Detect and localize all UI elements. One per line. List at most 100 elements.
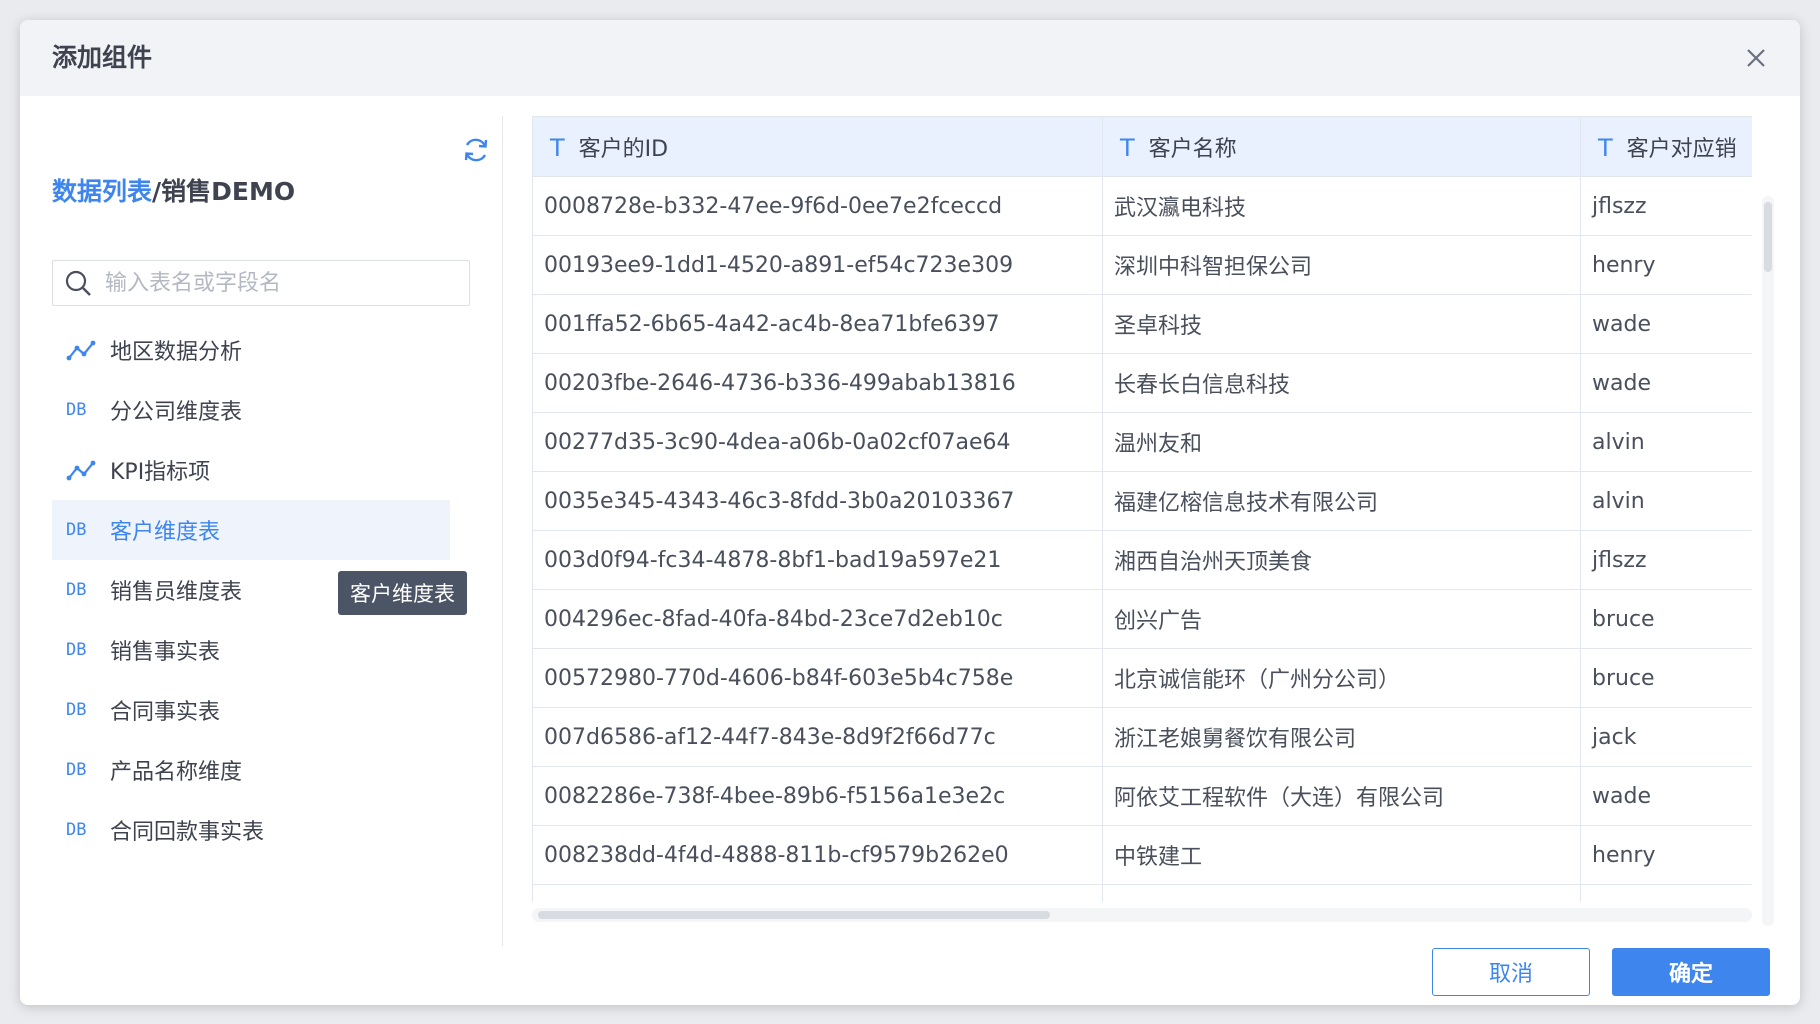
table-cell: alvin bbox=[1580, 412, 1752, 472]
table-cell bbox=[1580, 884, 1752, 902]
table-cell: 浙江老娘舅餐饮有限公司 bbox=[1102, 707, 1581, 767]
search-icon bbox=[65, 270, 91, 296]
table-item-label: KPI指标项 bbox=[110, 460, 211, 485]
table-item-branch-dim[interactable]: DB 分公司维度表 bbox=[52, 380, 462, 440]
table-item-label: 分公司维度表 bbox=[110, 400, 243, 425]
table-item-label: 地区数据分析 bbox=[110, 340, 243, 365]
db-icon: DB bbox=[66, 640, 87, 660]
table-item-label: 销售员维度表 bbox=[110, 580, 243, 605]
table-item-label: 产品名称维度 bbox=[110, 760, 243, 785]
table-row[interactable]: 001ffa52-6b65-4a42-ac4b-8ea71bfe6397 圣卓科技… bbox=[532, 294, 1752, 354]
refresh-icon[interactable] bbox=[460, 134, 492, 166]
table-cell: wade bbox=[1580, 294, 1752, 354]
column-header[interactable]: T 客户名称 bbox=[1102, 116, 1581, 177]
db-icon: DB bbox=[66, 760, 87, 780]
table-cell: wade bbox=[1580, 353, 1752, 413]
db-icon: DB bbox=[66, 820, 87, 840]
table-row[interactable]: 00572980-770d-4606-b84f-603e5b4c758e 北京诚信… bbox=[532, 648, 1752, 708]
table-list-panel: 数据列表/销售DEMO 地区数据分析 DB 分公司维度表 bbox=[52, 116, 488, 956]
table-item-payment-fact[interactable]: DB 合同回款事实表 bbox=[52, 800, 462, 860]
table-cell: 湘西自治州天顶美食 bbox=[1102, 530, 1581, 590]
table-item-label: 合同事实表 bbox=[110, 700, 221, 725]
table-item-label: 客户维度表 bbox=[110, 520, 221, 545]
add-component-dialog: 添加组件 数据列表/销售DEMO 输入表名或字段名 地区数据分析 DB 分公司维… bbox=[20, 20, 1800, 1005]
dialog-title: 添加组件 bbox=[52, 43, 153, 72]
vertical-scrollbar-thumb[interactable] bbox=[1764, 202, 1772, 272]
table-cell: 0035e345-4343-46c3-8fdd-3b0a20103367 bbox=[532, 471, 1103, 531]
column-header[interactable]: T 客户对应销 bbox=[1580, 116, 1752, 177]
table-row[interactable]: 008238dd-4f4d-4888-811b-cf9579b262e0 中铁建工… bbox=[532, 825, 1752, 885]
breadcrumb-separator: / bbox=[152, 177, 162, 206]
panel-divider bbox=[502, 116, 503, 946]
table-cell: 长春长白信息科技 bbox=[1102, 353, 1581, 413]
db-icon: DB bbox=[66, 700, 87, 720]
table-cell: 福建亿榕信息技术有限公司 bbox=[1102, 471, 1581, 531]
table-item-sales-fact[interactable]: DB 销售事实表 bbox=[52, 620, 462, 680]
table-cell bbox=[1102, 884, 1581, 902]
horizontal-scrollbar-thumb[interactable] bbox=[538, 911, 1050, 919]
close-icon[interactable] bbox=[1740, 42, 1772, 74]
table-cell: 001ffa52-6b65-4a42-ac4b-8ea71bfe6397 bbox=[532, 294, 1103, 354]
table-cell: jack bbox=[1580, 707, 1752, 767]
table-item-label: 销售事实表 bbox=[110, 640, 221, 665]
table-cell: 0082286e-738f-4bee-89b6-f5156a1e3e2c bbox=[532, 766, 1103, 826]
cancel-button[interactable]: 取消 bbox=[1432, 948, 1590, 996]
table-item-contract-fact[interactable]: DB 合同事实表 bbox=[52, 680, 462, 740]
db-icon: DB bbox=[66, 520, 87, 540]
table-item-salesperson-dim[interactable]: DB 销售员维度表 客户维度表 bbox=[52, 560, 467, 620]
search-field[interactable] bbox=[52, 260, 470, 306]
table-cell: alvin bbox=[1580, 471, 1752, 531]
table-item-kpi[interactable]: KPI指标项 bbox=[52, 440, 462, 500]
table-row[interactable]: 0082286e-738f-4bee-89b6-f5156a1e3e2c 阿依艾工… bbox=[532, 766, 1752, 826]
table-item-label: 合同回款事实表 bbox=[110, 820, 265, 845]
table-cell: 00572980-770d-4606-b84f-603e5b4c758e bbox=[532, 648, 1103, 708]
dialog-header: 添加组件 bbox=[20, 20, 1800, 96]
search-input[interactable] bbox=[103, 269, 469, 297]
confirm-button[interactable]: 确定 bbox=[1612, 948, 1770, 996]
db-icon: DB bbox=[66, 580, 87, 600]
breadcrumb-data-list-link[interactable]: 数据列表 bbox=[52, 177, 152, 206]
table-cell: 00203fbe-2646-4736-b336-499abab13816 bbox=[532, 353, 1103, 413]
analysis-icon bbox=[66, 339, 100, 361]
table-cell: 阿依艾工程软件（大连）有限公司 bbox=[1102, 766, 1581, 826]
horizontal-scrollbar[interactable] bbox=[532, 908, 1752, 922]
table-cell: 创兴广告 bbox=[1102, 589, 1581, 649]
table-row[interactable]: 00203fbe-2646-4736-b336-499abab13816 长春长白… bbox=[532, 353, 1752, 413]
table-cell: henry bbox=[1580, 235, 1752, 295]
table-row[interactable]: 004296ec-8fad-40fa-84bd-23ce7d2eb10c 创兴广告… bbox=[532, 589, 1752, 649]
data-preview-table: T 客户的ID T 客户名称 T 客户对应销 0008728e-b332-47ee-9… bbox=[532, 116, 1752, 902]
table-row[interactable]: 0008728e-b332-47ee-9f6d-0ee7e2fceccd 武汉瀛电… bbox=[532, 176, 1752, 236]
table-item-region-analysis[interactable]: 地区数据分析 bbox=[52, 320, 462, 380]
text-type-icon: T bbox=[1598, 133, 1613, 162]
table-cell bbox=[532, 884, 1103, 902]
table-cell: 中铁建工 bbox=[1102, 825, 1581, 885]
table-cell: 深圳中科智担保公司 bbox=[1102, 235, 1581, 295]
table-header-row: T 客户的ID T 客户名称 T 客户对应销 bbox=[532, 116, 1752, 177]
table-cell: 圣卓科技 bbox=[1102, 294, 1581, 354]
table-cell: 003d0f94-fc34-4878-8bf1-bad19a597e21 bbox=[532, 530, 1103, 590]
table-cell: 0008728e-b332-47ee-9f6d-0ee7e2fceccd bbox=[532, 176, 1103, 236]
table-cell: 007d6586-af12-44f7-843e-8d9f2f66d77c bbox=[532, 707, 1103, 767]
vertical-scrollbar[interactable] bbox=[1762, 196, 1774, 926]
analysis-icon bbox=[66, 459, 100, 481]
table-row[interactable]: 007d6586-af12-44f7-843e-8d9f2f66d77c 浙江老娘… bbox=[532, 707, 1752, 767]
table-item-product-dim[interactable]: DB 产品名称维度 bbox=[52, 740, 462, 800]
table-cell: bruce bbox=[1580, 589, 1752, 649]
text-type-icon: T bbox=[550, 133, 565, 162]
db-icon: DB bbox=[66, 400, 87, 420]
table-cell: 004296ec-8fad-40fa-84bd-23ce7d2eb10c bbox=[532, 589, 1103, 649]
table-item-customer-dim[interactable]: DB 客户维度表 bbox=[52, 500, 450, 560]
table-row[interactable]: 003d0f94-fc34-4878-8bf1-bad19a597e21 湘西自治… bbox=[532, 530, 1752, 590]
table-row[interactable]: 0035e345-4343-46c3-8fdd-3b0a20103367 福建亿榕… bbox=[532, 471, 1752, 531]
table-cell: 00277d35-3c90-4dea-a06b-0a02cf07ae64 bbox=[532, 412, 1103, 472]
table-row[interactable] bbox=[532, 884, 1752, 902]
table-cell: bruce bbox=[1580, 648, 1752, 708]
breadcrumb: 数据列表/销售DEMO bbox=[52, 172, 295, 208]
tooltip: 客户维度表 bbox=[338, 571, 467, 615]
table-cell: 北京诚信能环（广州分公司） bbox=[1102, 648, 1581, 708]
table-row[interactable]: 00277d35-3c90-4dea-a06b-0a02cf07ae64 温州友和… bbox=[532, 412, 1752, 472]
table-cell: wade bbox=[1580, 766, 1752, 826]
column-header[interactable]: T 客户的ID bbox=[532, 116, 1103, 177]
table-cell: 温州友和 bbox=[1102, 412, 1581, 472]
table-row[interactable]: 00193ee9-1dd1-4520-a891-ef54c723e309 深圳中科… bbox=[532, 235, 1752, 295]
